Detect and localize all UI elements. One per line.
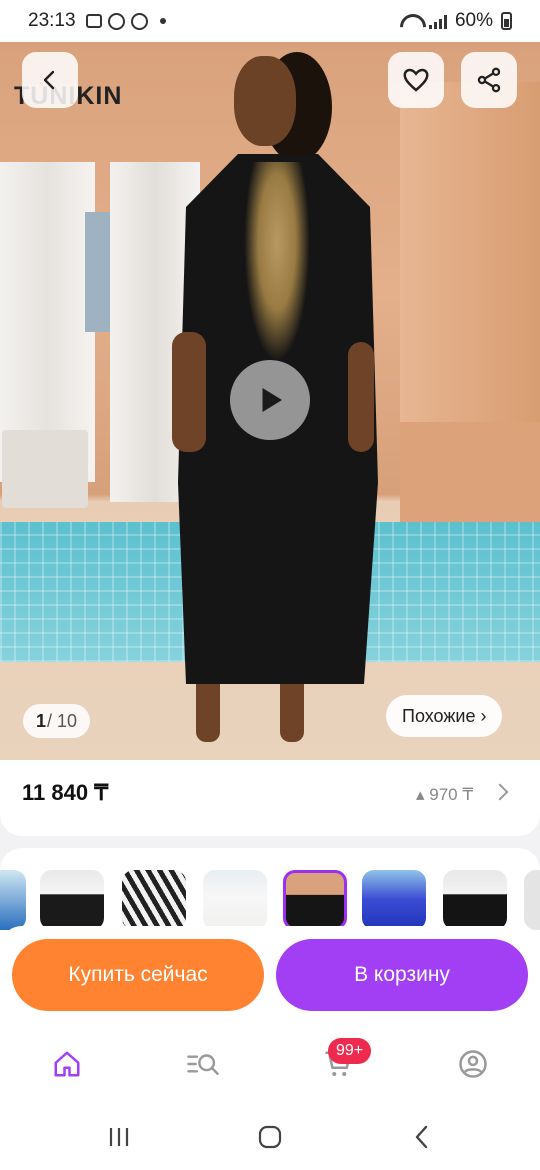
nav-profile[interactable]: [455, 1046, 491, 1082]
variant-thumbnail[interactable]: [362, 870, 426, 930]
status-time: 23:13: [28, 10, 76, 31]
back-button[interactable]: [22, 52, 78, 108]
price-change-value: ▴ 970 ₸: [416, 785, 474, 804]
product-screen: 23:13 60% TUNIKIN: [0, 0, 540, 1170]
variant-thumbnail[interactable]: [443, 870, 507, 930]
home-system-button[interactable]: [255, 1122, 285, 1152]
system-navigation-bar: [0, 1102, 540, 1170]
purchase-actions: Купить сейчас В корзину: [0, 926, 540, 1026]
chat-notification-icon: [130, 12, 148, 30]
heart-icon: [403, 68, 429, 92]
image-index: 1: [36, 710, 47, 731]
back-system-button[interactable]: [407, 1122, 437, 1152]
battery-percent: 60%: [454, 10, 493, 31]
photo-steps: [400, 422, 540, 532]
profile-icon: [459, 1050, 487, 1078]
back-system-icon: [415, 1125, 428, 1149]
whatsapp-notification-icon: [107, 12, 125, 30]
signal-icon: [428, 13, 447, 29]
chevron-right-icon[interactable]: [491, 783, 509, 801]
add-to-cart-button[interactable]: В корзину: [276, 939, 528, 1011]
play-icon: [262, 388, 282, 412]
dress-embroidery: [244, 162, 310, 362]
photo-planter: [2, 430, 88, 508]
gallery-notification-icon: [85, 14, 102, 28]
current-price: 11 840 ₸: [22, 780, 109, 805]
image-total: / 10: [47, 710, 78, 731]
home-icon: [54, 1051, 80, 1077]
variant-thumbnail[interactable]: [122, 870, 186, 930]
model-arm: [172, 332, 206, 452]
home-system-icon: [258, 1125, 282, 1149]
recent-apps-button[interactable]: [104, 1122, 134, 1152]
share-icon: [477, 67, 501, 93]
catalog-search-icon: [187, 1054, 219, 1075]
variant-thumbnail[interactable]: [0, 870, 26, 930]
model-arm: [348, 342, 374, 452]
model-head: [234, 56, 296, 146]
similar-products-button[interactable]: Похожие ›: [386, 695, 503, 737]
variant-thumbnail[interactable]: [524, 870, 540, 930]
system-status-icons: 60%: [399, 10, 512, 32]
recent-apps-icon: [109, 1128, 129, 1146]
buy-now-button[interactable]: Купить сейчас: [12, 939, 264, 1011]
wifi-icon: [399, 13, 421, 29]
price-section: 11 840 ₸ ▴ 970 ₸: [0, 760, 540, 836]
share-button[interactable]: [461, 52, 517, 108]
status-bar: 23:13 60%: [0, 0, 540, 42]
more-notifications-icon: [159, 18, 166, 24]
play-video-button[interactable]: [230, 360, 310, 440]
price-change-link[interactable]: ▴ 970 ₸: [416, 785, 473, 805]
variant-thumbnail-selected[interactable]: [283, 870, 347, 930]
variant-thumbnail[interactable]: [203, 870, 267, 930]
nav-catalog[interactable]: [185, 1046, 221, 1082]
back-icon: [43, 70, 55, 90]
favorite-button[interactable]: [388, 52, 444, 108]
cart-count-badge: 99+: [328, 1038, 372, 1064]
image-counter: 1 / 10: [23, 704, 91, 738]
notification-icons: [85, 12, 166, 30]
nav-home[interactable]: [49, 1046, 85, 1082]
battery-icon: [501, 12, 512, 30]
variant-thumbnail[interactable]: [40, 870, 104, 930]
bottom-navigation: 99+: [0, 1026, 540, 1102]
product-image-gallery[interactable]: TUNIKIN 1 / 10 Похожие ›: [0, 42, 540, 760]
